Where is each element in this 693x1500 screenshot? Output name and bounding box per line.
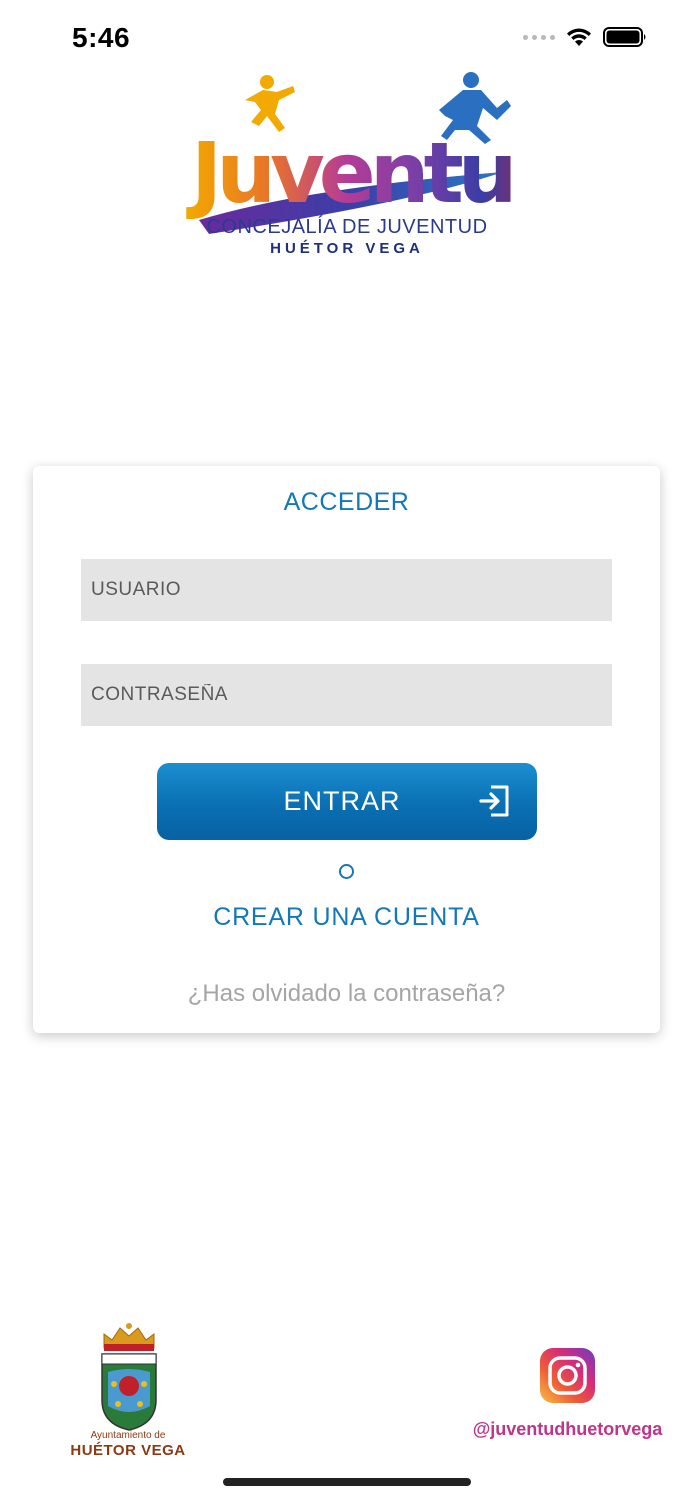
- instagram-handle[interactable]: @juventudhuetorvega: [450, 1419, 685, 1440]
- status-icons: [523, 26, 649, 48]
- create-account-link[interactable]: CREAR UNA CUENTA: [33, 903, 660, 932]
- instagram-icon[interactable]: [540, 1348, 595, 1403]
- login-card: ACCEDER ENTRAR CREAR UNA CUENTA ¿Has olv…: [33, 466, 660, 1033]
- logo-wordmark: Juventud: [186, 124, 515, 222]
- enter-button-label: ENTRAR: [283, 786, 401, 816]
- logo-subtitle: CONCEJALÍA DE JUVENTUD: [206, 216, 488, 238]
- separator-circle-icon: [339, 864, 354, 879]
- login-title: ACCEDER: [283, 488, 410, 516]
- ayuntamiento-name: HUÉTOR VEGA: [70, 1442, 186, 1459]
- logo-town: HUÉTOR VEGA: [270, 240, 424, 257]
- wifi-icon: [567, 28, 591, 46]
- status-time: 5:46: [72, 22, 131, 53]
- signal-icon: [523, 34, 555, 40]
- login-screen: 5:46 Juventu CONCEJALÍA DE JUVENTUD HUÉT…: [0, 0, 693, 1500]
- home-indicator[interactable]: [223, 1478, 471, 1486]
- password-input[interactable]: [81, 664, 612, 726]
- ayuntamiento-caption: Ayuntamiento de: [90, 1430, 166, 1441]
- enter-button[interactable]: ENTRAR: [157, 763, 537, 840]
- forgot-password-link[interactable]: ¿Has olvidado la contraseña?: [33, 980, 660, 1008]
- login-arrow-icon: [479, 785, 509, 817]
- username-input[interactable]: [81, 559, 612, 621]
- coat-of-arms-icon: [101, 1323, 157, 1431]
- battery-icon: [603, 27, 646, 47]
